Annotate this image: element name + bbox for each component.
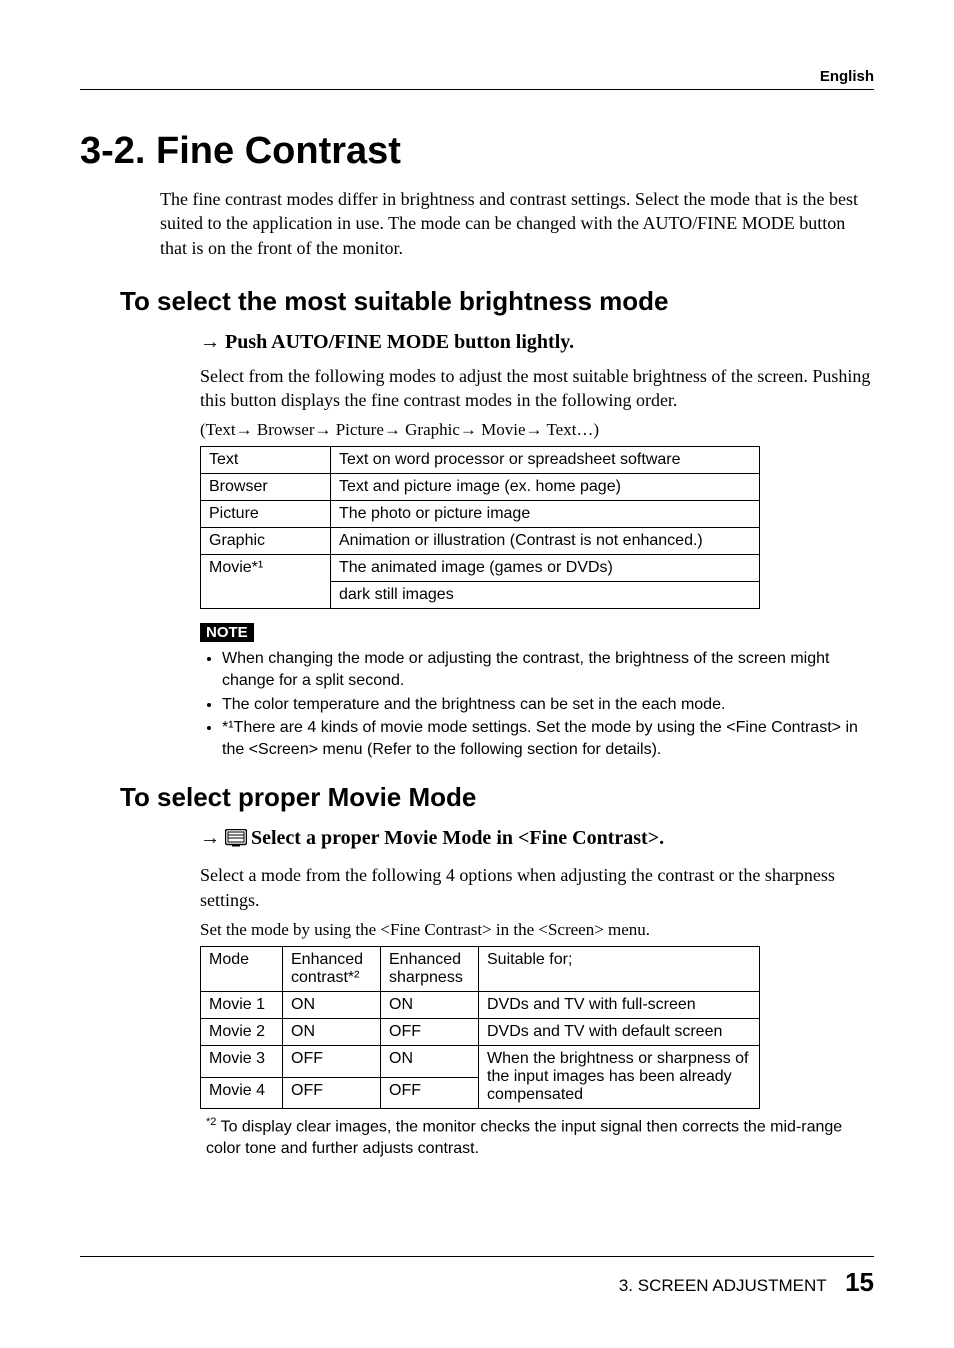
brightness-heading: To select the most suitable brightness m…: [120, 286, 874, 317]
desc-cell: The animated image (games or DVDs): [331, 555, 760, 582]
table-row: Graphic Animation or illustration (Contr…: [201, 528, 760, 555]
header-suitable: Suitable for;: [479, 947, 760, 992]
header-sharpness: Enhanced sharpness: [381, 947, 479, 992]
arrow-icon: →: [200, 827, 225, 849]
table-header-row: Mode Enhanced contrast*² Enhanced sharpn…: [201, 947, 760, 992]
mode-cell: Browser: [201, 474, 331, 501]
table-row: Movie 3 OFF ON When the brightness or sh…: [201, 1046, 760, 1078]
movie-action: → Select a proper Movie Mode in <Fine Co…: [200, 827, 874, 853]
brightness-sequence: (Text→ Browser→ Picture→ Graphic→ Movie→…: [200, 420, 874, 440]
footnote-text: To display clear images, the monitor che…: [206, 1118, 842, 1157]
mode-cell: Graphic: [201, 528, 331, 555]
table-row: Movie 2 ON OFF DVDs and TV with default …: [201, 1019, 760, 1046]
footnote-sup: *2: [206, 1116, 216, 1128]
table-row: Picture The photo or picture image: [201, 501, 760, 528]
header-language: English: [80, 68, 874, 90]
sharpness-cell: ON: [381, 992, 479, 1019]
mode-cell: Text: [201, 447, 331, 474]
suitable-cell: DVDs and TV with default screen: [479, 1019, 760, 1046]
mode-cell: Picture: [201, 501, 331, 528]
list-item: When changing the mode or adjusting the …: [222, 648, 874, 691]
sharpness-cell: ON: [381, 1046, 479, 1078]
movie-table: Mode Enhanced contrast*² Enhanced sharpn…: [200, 946, 760, 1109]
page-footer: 3. SCREEN ADJUSTMENT 15: [80, 1256, 874, 1298]
header-contrast: Enhanced contrast*²: [283, 947, 381, 992]
brightness-action: → Push AUTO/FINE MODE button lightly.: [200, 331, 874, 354]
fine-contrast-icon: [225, 829, 247, 853]
brightness-action-text: Push AUTO/FINE MODE button lightly.: [225, 331, 574, 353]
movie-set-line: Set the mode by using the <Fine Contrast…: [200, 920, 874, 940]
movie-action-text: Select a proper Movie Mode in <Fine Cont…: [251, 827, 664, 849]
section-title: 3-2. Fine Contrast: [80, 130, 874, 173]
list-item: The color temperature and the brightness…: [222, 694, 874, 716]
table-row: Browser Text and picture image (ex. home…: [201, 474, 760, 501]
list-item: *¹There are 4 kinds of movie mode settin…: [222, 717, 874, 760]
table-row: Movie 1 ON ON DVDs and TV with full-scre…: [201, 992, 760, 1019]
mode-cell: Movie 2: [201, 1019, 283, 1046]
note-list: When changing the mode or adjusting the …: [200, 648, 874, 760]
suitable-cell: DVDs and TV with full-screen: [479, 992, 760, 1019]
mode-cell: Movie 3: [201, 1046, 283, 1078]
desc-cell: Text on word processor or spreadsheet so…: [331, 447, 760, 474]
brightness-para: Select from the following modes to adjus…: [200, 364, 874, 413]
header-mode: Mode: [201, 947, 283, 992]
contrast-cell: OFF: [283, 1046, 381, 1078]
desc-cell: The photo or picture image: [331, 501, 760, 528]
header-sharpness-line1: Enhanced: [389, 951, 461, 968]
desc-cell: dark still images: [331, 582, 760, 609]
table-row: Movie*¹ The animated image (games or DVD…: [201, 555, 760, 582]
desc-cell: Text and picture image (ex. home page): [331, 474, 760, 501]
movie-footnote: *2 To display clear images, the monitor …: [206, 1115, 874, 1160]
sharpness-cell: OFF: [381, 1019, 479, 1046]
table-row: Text Text on word processor or spreadshe…: [201, 447, 760, 474]
contrast-cell: ON: [283, 992, 381, 1019]
arrow-icon: →: [200, 331, 225, 353]
mode-cell: Movie 1: [201, 992, 283, 1019]
contrast-cell: OFF: [283, 1077, 381, 1109]
brightness-table: Text Text on word processor or spreadshe…: [200, 446, 760, 609]
header-contrast-line1: Enhanced: [291, 951, 363, 968]
movie-heading: To select proper Movie Mode: [120, 782, 874, 813]
header-contrast-line2: contrast*²: [291, 969, 359, 986]
footer-chapter: 3. SCREEN ADJUSTMENT: [619, 1276, 827, 1295]
suitable-cell: When the brightness or sharpness of the …: [479, 1046, 760, 1109]
header-sharpness-line2: sharpness: [389, 969, 463, 986]
mode-cell: Movie 4: [201, 1077, 283, 1109]
note-label: NOTE: [200, 623, 254, 642]
movie-para: Select a mode from the following 4 optio…: [200, 863, 874, 912]
footer-page-number: 15: [845, 1267, 874, 1297]
sharpness-cell: OFF: [381, 1077, 479, 1109]
desc-cell: Animation or illustration (Contrast is n…: [331, 528, 760, 555]
contrast-cell: ON: [283, 1019, 381, 1046]
mode-cell: Movie*¹: [201, 555, 331, 609]
section-intro: The fine contrast modes differ in bright…: [160, 187, 874, 260]
